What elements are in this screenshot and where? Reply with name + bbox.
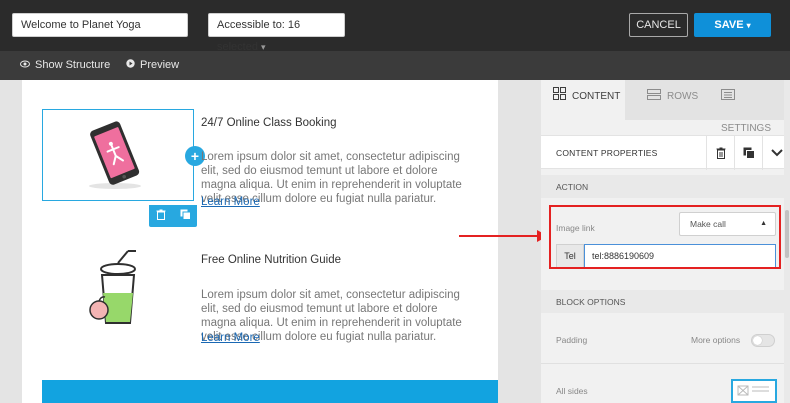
block-toolbar	[149, 205, 197, 227]
block-title: Free Online Nutrition Guide	[201, 254, 341, 266]
tab-content[interactable]: CONTENT	[541, 80, 625, 120]
tab-content-label: CONTENT	[572, 91, 621, 102]
padding-label: Padding	[556, 335, 588, 345]
message-title-input[interactable]: Welcome to Planet Yoga	[12, 13, 188, 37]
editor-subbar: Show Structure Preview	[0, 51, 790, 80]
settings-icon	[721, 80, 735, 112]
highlight-box	[549, 205, 781, 269]
block-preview-thumb[interactable]	[731, 379, 777, 403]
phone-yoga-icon	[89, 121, 141, 189]
selected-image-block[interactable]	[42, 109, 194, 201]
scrollbar-thumb[interactable]	[785, 210, 789, 258]
more-options-toggle[interactable]	[751, 334, 775, 347]
duplicate-icon[interactable]	[734, 136, 762, 170]
panel-scrollbar[interactable]	[784, 80, 790, 403]
accessible-to-label: Accessible to: 16 selected	[217, 19, 301, 53]
content-properties-label: CONTENT PROPERTIES	[556, 148, 658, 158]
image-placeholder-icon	[737, 385, 769, 396]
preview-label: Preview	[140, 59, 180, 71]
smoothie-icon	[89, 250, 136, 324]
trash-icon[interactable]	[149, 205, 173, 227]
tab-rows[interactable]: ROWS	[625, 80, 709, 120]
block-options-label: BLOCK OPTIONS	[556, 297, 626, 307]
action-section-header: ACTION	[541, 175, 790, 198]
cta-row[interactable]	[42, 380, 498, 403]
annotation-arrow-icon	[459, 230, 548, 242]
email-body: + 24/7 Online Class Booking Lorem ipsum …	[22, 80, 498, 403]
more-options-label: More options	[691, 335, 741, 345]
save-button[interactable]: SAVE ▾	[694, 13, 771, 37]
play-icon	[126, 51, 135, 80]
action-section-label: ACTION	[556, 182, 589, 192]
tab-settings-label: SETTINGS	[721, 123, 772, 134]
rows-icon	[647, 80, 661, 112]
preview-button[interactable]: Preview	[126, 51, 179, 80]
accessible-to-dropdown[interactable]: Accessible to: 16 selected ▾	[208, 13, 345, 53]
save-label: SAVE	[714, 19, 744, 31]
all-sides-label: All sides	[556, 386, 588, 396]
grid-icon	[553, 80, 566, 112]
learn-more-link[interactable]: Learn More	[201, 196, 260, 208]
divider	[541, 363, 790, 364]
toggle-knob	[753, 336, 762, 345]
eye-icon	[20, 51, 30, 80]
trash-icon[interactable]	[706, 136, 734, 170]
chevron-down-icon: ▾	[746, 21, 751, 30]
show-structure-label: Show Structure	[35, 59, 111, 71]
learn-more-link[interactable]: Learn More	[201, 332, 260, 344]
block-options-header: BLOCK OPTIONS	[541, 290, 790, 313]
top-toolbar: Welcome to Planet Yoga Accessible to: 16…	[0, 0, 790, 53]
show-structure-toggle[interactable]: Show Structure	[20, 51, 110, 80]
content-properties-header: CONTENT PROPERTIES	[541, 135, 790, 170]
duplicate-icon[interactable]	[173, 205, 197, 227]
tab-settings[interactable]: SETTINGS	[709, 80, 790, 134]
cancel-button[interactable]: CANCEL	[629, 13, 688, 37]
panel-tabs: CONTENT ROWS SETTINGS	[541, 80, 790, 134]
block-title: 24/7 Online Class Booking	[201, 117, 337, 129]
tab-rows-label: ROWS	[667, 91, 699, 102]
